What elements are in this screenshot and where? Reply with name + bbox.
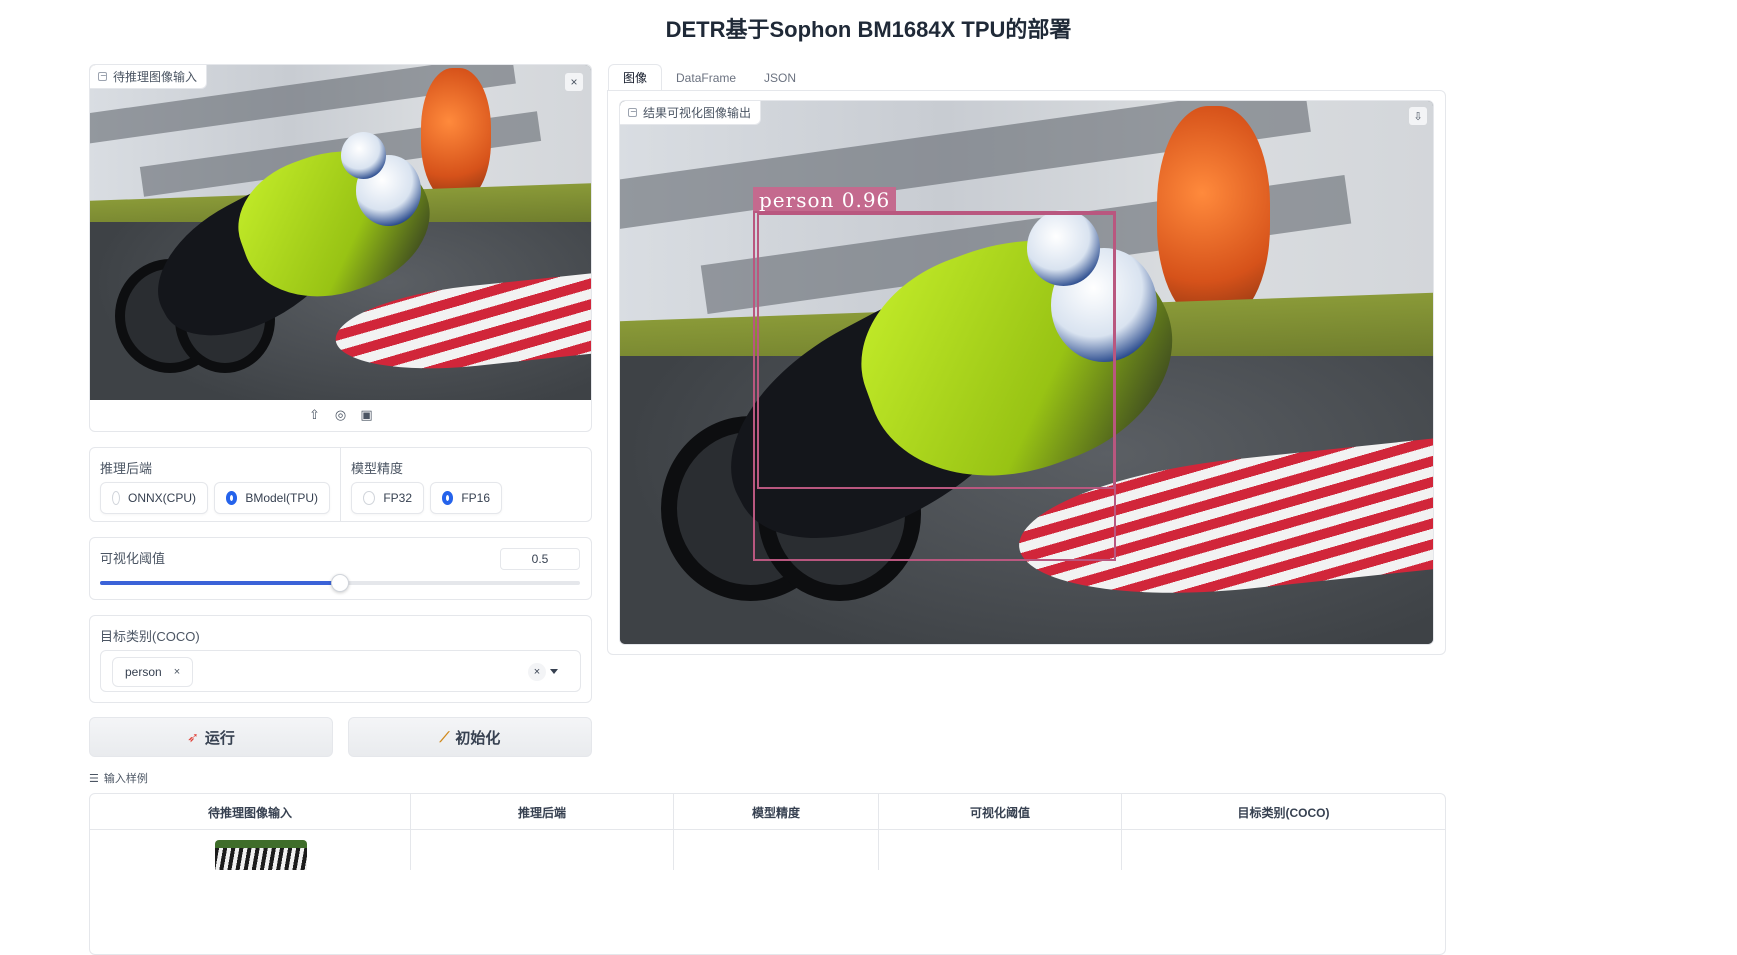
- input-image-label-text: 待推理图像输入: [113, 70, 198, 84]
- upload-icon[interactable]: ⇧: [308, 408, 322, 422]
- run-button[interactable]: ➶ 运行: [89, 717, 333, 757]
- output-image-panel: 结果可视化图像输出 ⇩ person 0.96: [619, 100, 1434, 645]
- examples-table: 待推理图像输入 推理后端 模型精度 可视化阈值 目标类别(COCO): [89, 793, 1446, 955]
- output-image-label-text: 结果可视化图像输出: [643, 106, 752, 120]
- image-source-toolbar: ⇧ ◎ ▣: [90, 399, 591, 431]
- example-cell[interactable]: [411, 830, 674, 870]
- table-row[interactable]: [90, 830, 1445, 870]
- image-icon: [628, 108, 637, 117]
- output-tabs: 图像 DataFrame JSON: [608, 64, 810, 91]
- output-image: person 0.96: [620, 101, 1433, 644]
- examples-header-cell: 可视化阈值: [879, 794, 1122, 830]
- threshold-slider-fill: [100, 581, 340, 585]
- clipboard-icon[interactable]: ▣: [360, 408, 374, 422]
- radio-icon: [112, 491, 120, 505]
- detection-label: person 0.96: [753, 187, 897, 213]
- page-title: DETR基于Sophon BM1684X TPU的部署: [665, 17, 1072, 42]
- remove-token-icon[interactable]: ×: [174, 666, 180, 678]
- radio-icon: [363, 491, 376, 505]
- download-icon[interactable]: ⇩: [1409, 107, 1427, 125]
- precision-label: 模型精度: [351, 461, 404, 476]
- example-thumbnail[interactable]: [215, 840, 307, 870]
- threshold-label: 可视化阈值: [100, 551, 166, 566]
- backend-option-onnx[interactable]: ONNX(CPU): [100, 482, 208, 514]
- tab-image[interactable]: 图像: [608, 64, 663, 91]
- output-image-label: 结果可视化图像输出: [620, 101, 762, 125]
- examples-header: 待推理图像输入 推理后端 模型精度 可视化阈值 目标类别(COCO): [90, 794, 1445, 830]
- example-cell[interactable]: [674, 830, 879, 870]
- classes-dropdown[interactable]: person × ×: [100, 650, 581, 692]
- webcam-icon[interactable]: ◎: [334, 408, 348, 422]
- backend-label: 推理后端: [100, 461, 153, 476]
- image-icon: [98, 72, 107, 81]
- examples-header-cell: 目标类别(COCO): [1237, 805, 1330, 820]
- classes-label: 目标类别(COCO): [100, 629, 200, 644]
- backend-option-bmodel[interactable]: BModel(TPU): [214, 482, 330, 514]
- example-cell[interactable]: [1122, 830, 1445, 870]
- examples-header-cell: 推理后端: [411, 794, 674, 830]
- threshold-input[interactable]: 0.5: [500, 548, 580, 570]
- examples-header-cell: 模型精度: [674, 794, 879, 830]
- precision-option-fp32[interactable]: FP32: [351, 482, 424, 514]
- input-image-label: 待推理图像输入: [90, 65, 208, 89]
- clear-classes-icon[interactable]: ×: [528, 663, 546, 681]
- examples-header-cell: 待推理图像输入: [90, 794, 411, 830]
- example-cell[interactable]: [879, 830, 1122, 870]
- input-image-panel[interactable]: 待推理图像输入 × ⇧ ◎ ▣: [89, 64, 592, 432]
- tab-dataframe[interactable]: DataFrame: [662, 64, 750, 91]
- list-icon: ☰: [89, 772, 99, 785]
- chevron-down-icon[interactable]: [550, 669, 558, 674]
- example-image-cell[interactable]: [90, 830, 411, 870]
- class-token-person: person ×: [112, 657, 194, 687]
- detection-box-inner: [757, 213, 1115, 489]
- radio-selected-icon: [442, 491, 454, 505]
- rocket-icon: ➶: [187, 728, 199, 745]
- input-image[interactable]: [90, 65, 591, 400]
- init-button[interactable]: ⟋ 初始化: [348, 717, 592, 757]
- classes-panel: 目标类别(COCO) person × ×: [89, 615, 592, 703]
- threshold-slider[interactable]: [100, 574, 580, 592]
- tab-json[interactable]: JSON: [750, 64, 810, 91]
- broom-icon: ⟋: [439, 728, 450, 745]
- settings-panel: 推理后端 ONNX(CPU) BModel(TPU) 模型精度 FP32 FP1…: [89, 447, 592, 522]
- clear-image-button[interactable]: ×: [565, 73, 583, 91]
- examples-label: ☰ 输入样例: [89, 772, 148, 786]
- precision-option-fp16[interactable]: FP16: [430, 482, 502, 514]
- threshold-slider-thumb[interactable]: [331, 574, 349, 592]
- threshold-panel: 可视化阈值 0.5: [89, 537, 592, 600]
- radio-selected-icon: [226, 491, 238, 505]
